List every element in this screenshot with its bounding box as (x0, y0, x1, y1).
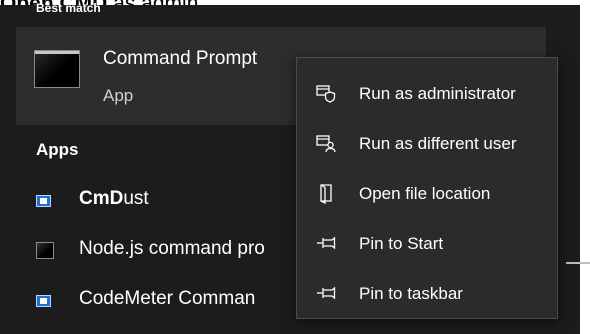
menu-item-pin-to-taskbar[interactable]: Pin to taskbar (297, 272, 557, 316)
menu-item-label: Run as different user (359, 134, 517, 153)
apps-section-label: Apps (36, 140, 79, 159)
file-location-icon (320, 184, 332, 204)
divider (566, 262, 590, 264)
shield-icon (316, 85, 336, 103)
pin-icon (317, 236, 336, 250)
menu-item-run-as-different-user[interactable]: Run as different user (297, 122, 557, 166)
codemeter-icon (36, 295, 51, 307)
cmdust-icon (36, 195, 51, 207)
app-name: Node.js command pro (79, 238, 265, 259)
user-switch-icon (316, 135, 336, 153)
pin-icon (317, 286, 336, 300)
menu-item-label: Run as administrator (359, 84, 516, 103)
menu-item-open-file-location[interactable]: Open file location (297, 172, 557, 216)
menu-item-run-as-administrator[interactable]: Run as administrator (297, 72, 557, 116)
app-name: CmDust (79, 188, 149, 209)
menu-item-label: Open file location (359, 184, 491, 203)
nodejs-cmd-icon (36, 242, 54, 259)
app-name: CodeMeter Comman (79, 288, 256, 309)
menu-item-pin-to-start[interactable]: Pin to Start (297, 222, 557, 266)
command-prompt-icon (34, 50, 80, 88)
best-match-subtitle: App (103, 86, 134, 105)
best-match-label: Best match (36, 1, 101, 15)
menu-item-label: Pin to Start (359, 234, 444, 253)
best-match-title: Command Prompt (103, 48, 258, 69)
context-menu: Run as administrator Run as different us… (296, 57, 558, 319)
menu-item-label: Pin to taskbar (359, 284, 463, 303)
